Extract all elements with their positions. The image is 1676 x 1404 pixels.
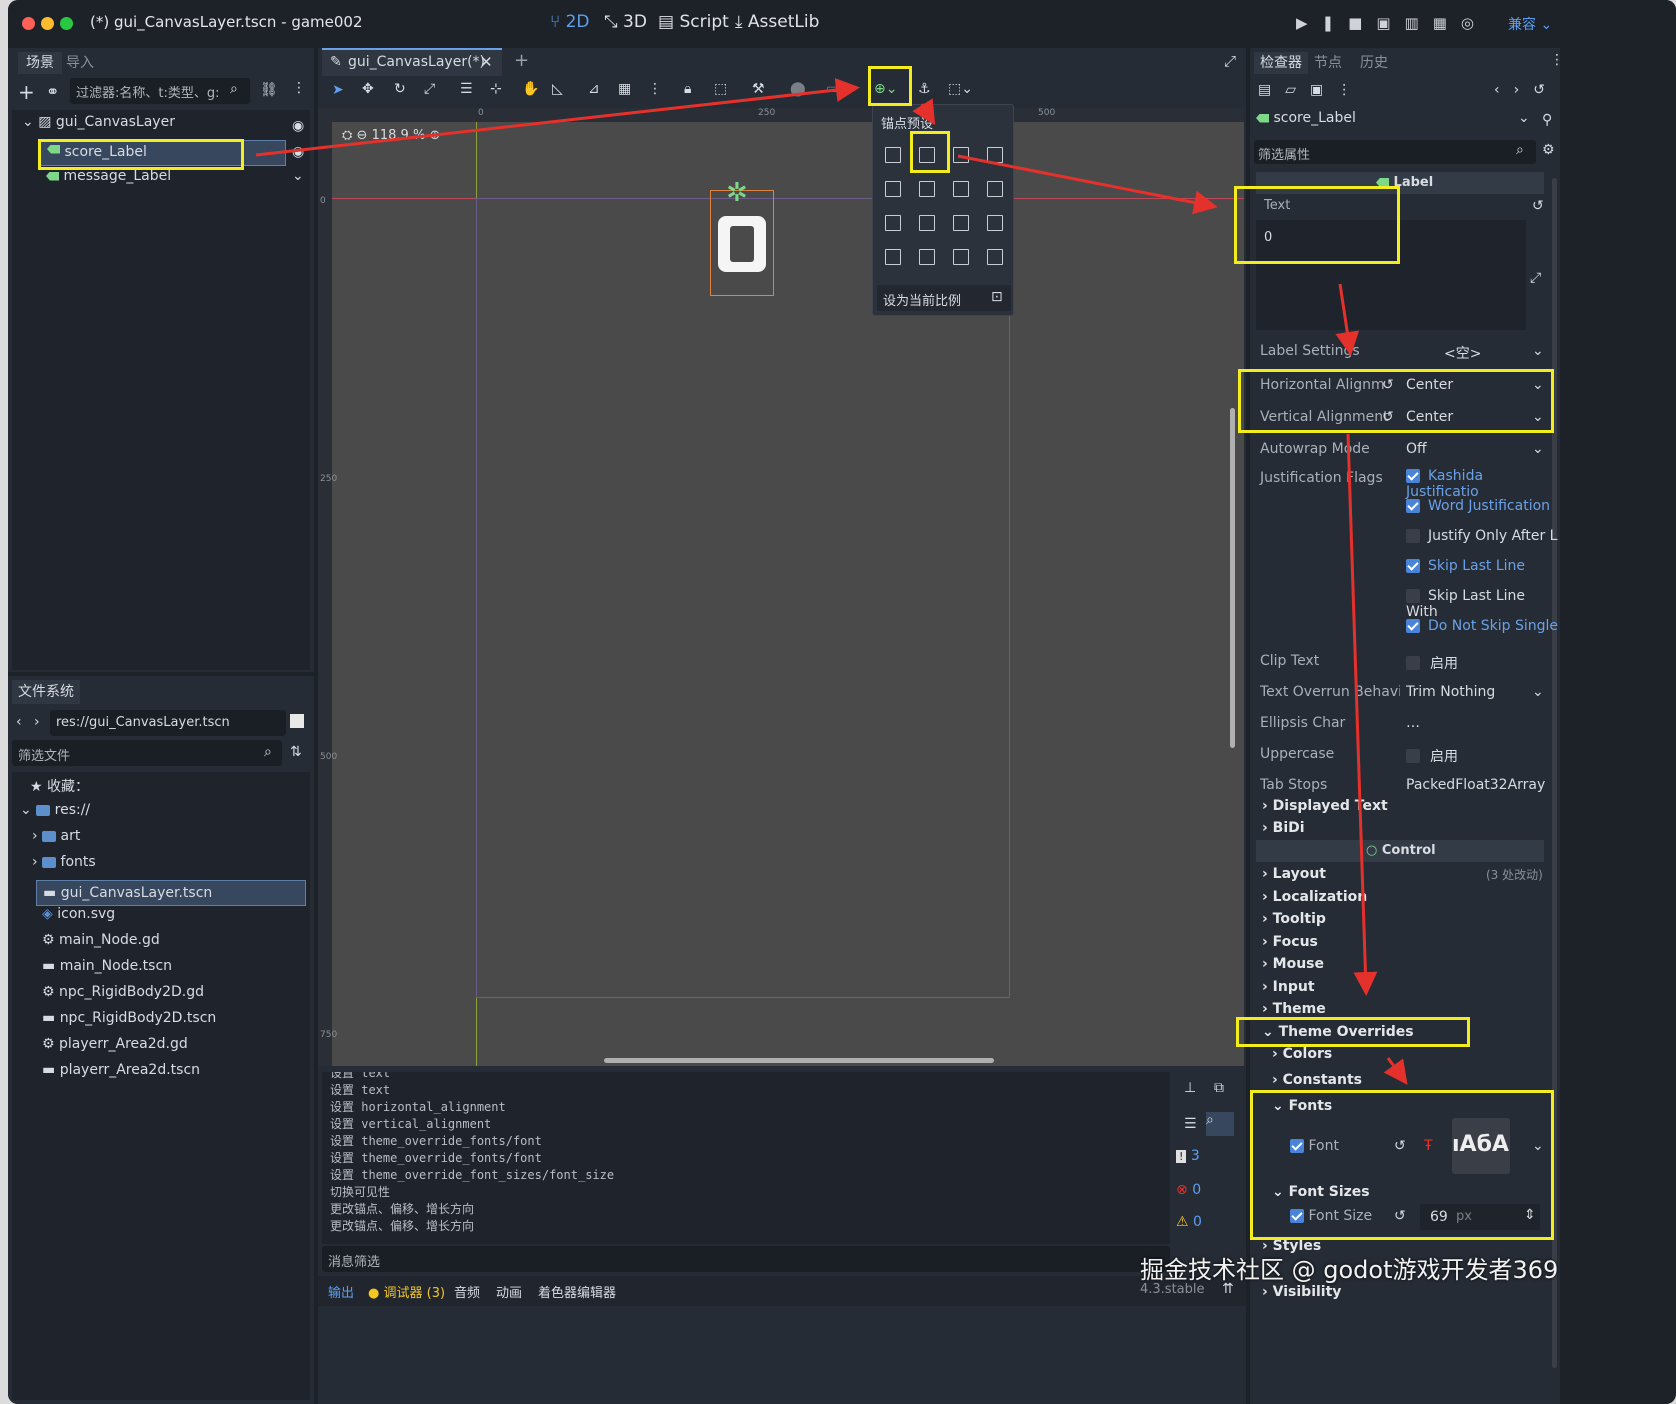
editor-window: (*) gui_CanvasLayer.tscn - game002 ⑂ 2D …	[8, 0, 1676, 1404]
watermark: 掘金技术社区 @ godot游戏开发者369	[1140, 1256, 1559, 1284]
annotation-arrows	[255, 78, 1408, 1085]
arrow-6	[1383, 1057, 1408, 1085]
arrow-1	[255, 78, 860, 157]
arrow-5	[1346, 433, 1378, 996]
arrow-2	[912, 98, 936, 126]
arrow-3	[957, 154, 1218, 215]
arrow-4	[1335, 283, 1360, 356]
